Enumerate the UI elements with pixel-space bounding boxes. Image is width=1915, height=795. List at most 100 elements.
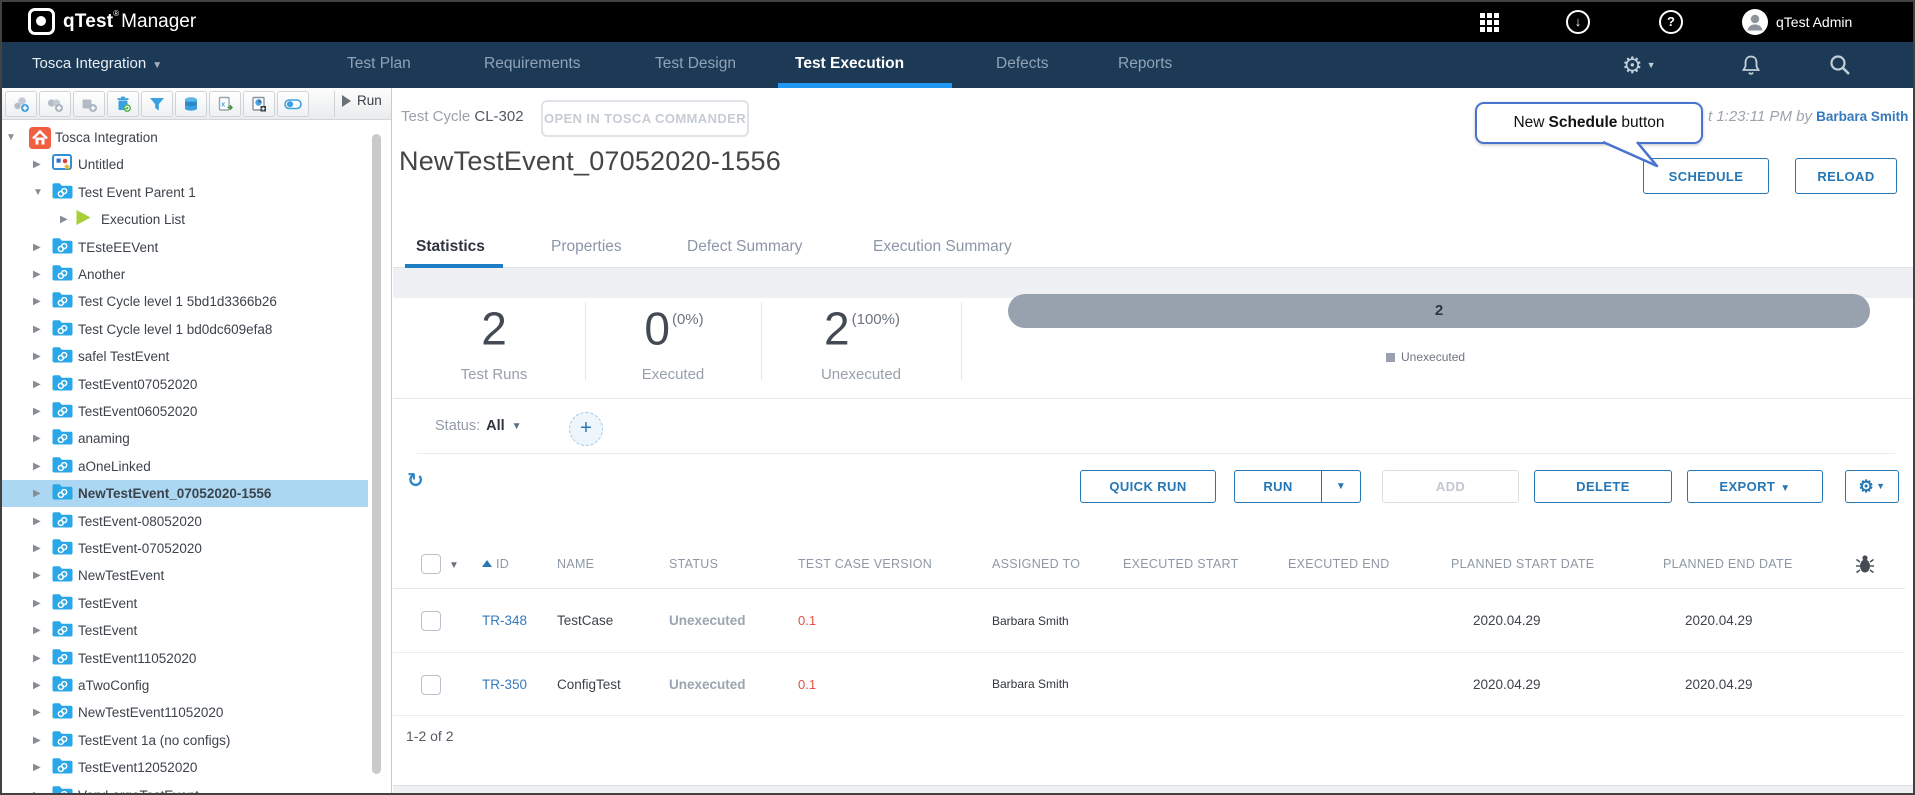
add-test-suite-icon[interactable] [39,91,71,117]
select-all-checkbox[interactable] [421,554,441,574]
tree-caret-icon[interactable]: ▶ [33,762,41,773]
column-header-assigned-to[interactable]: ASSIGNED TO [992,539,1080,589]
tree-item-testevent06052020[interactable]: ▶TestEvent06052020 [2,398,368,425]
help-icon[interactable]: ? [1659,10,1683,34]
tab-defect-summary[interactable]: Defect Summary [687,238,802,256]
user-name[interactable]: qTest Admin [1776,14,1852,30]
tree-caret-icon[interactable]: ▶ [33,324,41,335]
tree-caret-icon[interactable]: ▶ [33,570,41,581]
tree-item-anaming[interactable]: ▶anaming [2,425,368,452]
tree-item-atwoconfig[interactable]: ▶aTwoConfig [2,672,368,699]
nav-item-test-execution[interactable]: Test Execution [795,55,904,73]
column-header-executed-start[interactable]: EXECUTED START [1123,539,1239,589]
run-dropdown-button[interactable]: ▼ [1321,470,1361,503]
export-button[interactable]: EXPORT▼ [1687,470,1823,503]
tab-statistics[interactable]: Statistics [416,238,485,256]
column-header-test-case-version[interactable]: TEST CASE VERSION [798,539,932,589]
add-button[interactable]: ADD [1382,470,1519,503]
tree-caret-icon[interactable]: ▶ [60,214,68,225]
data-query-icon[interactable] [175,91,207,117]
tree-item-newtestevent11052020[interactable]: ▶NewTestEvent11052020 [2,699,368,726]
tree-caret-icon[interactable]: ▶ [33,242,41,253]
tree-caret-icon[interactable]: ▶ [33,625,41,636]
nav-item-test-design[interactable]: Test Design [655,55,736,73]
tree-item-execution-list[interactable]: ▶Execution List [2,206,368,233]
tree-item-testevent-1a-no-configs-[interactable]: ▶TestEvent 1a (no configs) [2,727,368,754]
nav-item-requirements[interactable]: Requirements [484,55,581,73]
user-avatar[interactable] [1742,9,1768,40]
tree-caret-icon[interactable]: ▶ [33,707,41,718]
download-icon[interactable]: ↓ [1566,10,1590,34]
tree-caret-icon[interactable]: ▼ [33,187,43,198]
tree-item-test-cycle-level-1-bd0dc609efa8[interactable]: ▶Test Cycle level 1 bd0dc609efa8 [2,316,368,343]
export-data-icon[interactable]: x [209,91,241,117]
table-row-tr-348[interactable]: TR-348TestCaseUnexecuted0.1Barbara Smith… [393,589,1905,653]
add-test-runs-icon[interactable] [5,91,37,117]
tree-caret-icon[interactable]: ▶ [33,406,41,417]
tree-item-test-cycle-level-1-5bd1d3366b26[interactable]: ▶Test Cycle level 1 5bd1d3366b26 [2,288,368,315]
tree-item-testevent07052020[interactable]: ▶TestEvent07052020 [2,371,368,398]
search-icon[interactable] [1828,42,1852,88]
settings-gear-icon[interactable]: ⚙▼ [1622,42,1656,88]
tree-caret-icon[interactable]: ▶ [33,159,41,170]
row-checkbox[interactable] [421,675,441,695]
tree-caret-icon[interactable]: ▶ [33,296,41,307]
grid-settings-button[interactable]: ⚙▼ [1845,470,1899,503]
project-selector[interactable]: Tosca Integration▼ [32,55,162,72]
tree-item-another[interactable]: ▶Another [2,261,368,288]
tree-caret-icon[interactable]: ▶ [33,351,41,362]
tree-caret-icon[interactable]: ▶ [33,433,41,444]
tab-properties[interactable]: Properties [551,238,622,256]
open-in-tosca-commander-button[interactable]: OPEN IN TOSCA COMMANDER [541,100,749,137]
tree-caret-icon[interactable]: ▼ [6,132,16,143]
tree-item-testevent-08052020[interactable]: ▶TestEvent-08052020 [2,508,368,535]
tree-caret-icon[interactable]: ▶ [33,269,41,280]
status-filter[interactable]: Status: All ▼ [435,418,522,434]
table-row-tr-350[interactable]: TR-350ConfigTestUnexecuted0.1Barbara Smi… [393,653,1905,716]
column-header-planned-end-date[interactable]: PLANNED END DATE [1663,539,1793,589]
toggle-view-icon[interactable] [277,91,309,117]
tree-caret-icon[interactable]: ▶ [33,653,41,664]
cell-id[interactable]: TR-348 [482,589,527,653]
tree-caret-icon[interactable]: ▶ [33,543,41,554]
notifications-bell-icon[interactable] [1740,42,1762,88]
tree-item-tosca-integration[interactable]: ▼Tosca Integration [2,124,368,151]
tree-item-testeeevent[interactable]: ▶TEsteEEVent [2,234,368,261]
tree-item-untitled[interactable]: ▶Untitled [2,151,368,178]
selection-dropdown-icon[interactable]: ▼ [449,560,459,571]
tree-caret-icon[interactable]: ▶ [33,790,41,795]
add-filter-button[interactable]: + [569,412,603,446]
quick-run-button[interactable]: QUICK RUN [1080,470,1216,503]
tree-item-test-event-parent-1[interactable]: ▼Test Event Parent 1 [2,179,368,206]
reports-icon[interactable] [243,91,275,117]
tree-item-testevent12052020[interactable]: ▶TestEvent12052020 [2,754,368,781]
tree-item-testevent11052020[interactable]: ▶TestEvent11052020 [2,645,368,672]
tree-item-newtestevent-07052020-1556[interactable]: ▶NewTestEvent_07052020-1556 [2,480,368,507]
bottom-scrollbar-track[interactable] [393,785,1915,795]
filter-icon[interactable] [141,91,173,117]
delete-button[interactable]: DELETE [1534,470,1672,503]
run-button-toolbar[interactable]: Run [342,93,382,108]
tree-item-testevent[interactable]: ▶TestEvent [2,617,368,644]
tree-item-testevent[interactable]: ▶TestEvent [2,590,368,617]
refresh-icon[interactable]: ↻ [407,468,424,493]
tree-caret-icon[interactable]: ▶ [33,516,41,527]
tree-scrollbar[interactable] [372,134,381,774]
tab-execution-summary[interactable]: Execution Summary [873,238,1012,256]
nav-item-reports[interactable]: Reports [1118,55,1172,73]
recycle-bin-icon[interactable] [107,91,139,117]
column-header-planned-start-date[interactable]: PLANNED START DATE [1451,539,1594,589]
row-checkbox[interactable] [421,611,441,631]
tree-caret-icon[interactable]: ▶ [33,598,41,609]
tree-caret-icon[interactable]: ▶ [33,488,41,499]
tree-caret-icon[interactable]: ▶ [33,680,41,691]
nav-item-test-plan[interactable]: Test Plan [347,55,411,73]
column-header-id[interactable]: ID [496,539,509,589]
tree-item-newtestevent[interactable]: ▶NewTestEvent [2,562,368,589]
tree-caret-icon[interactable]: ▶ [33,735,41,746]
reload-button[interactable]: RELOAD [1795,158,1897,194]
column-header-executed-end[interactable]: EXECUTED END [1288,539,1390,589]
run-button[interactable]: RUN [1234,470,1322,503]
modified-by-link[interactable]: Barbara Smith [1816,109,1908,124]
add-test-cycle-icon[interactable] [73,91,105,117]
